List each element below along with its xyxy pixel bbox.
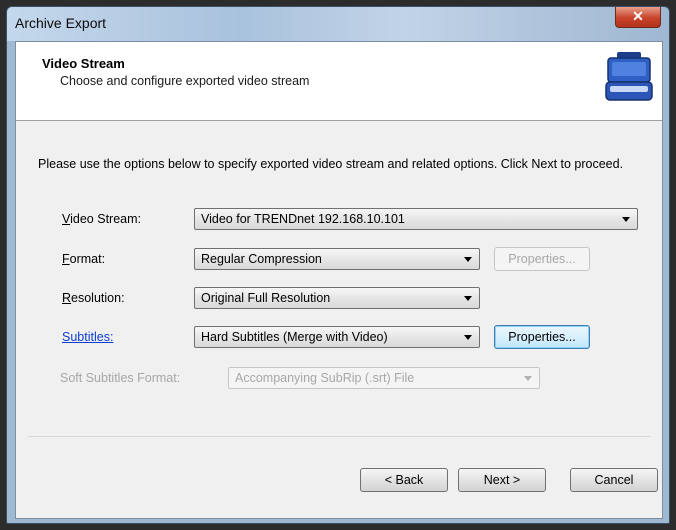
- close-icon: ✕: [632, 8, 644, 24]
- footer-divider: [28, 436, 650, 437]
- archive-case-icon: [605, 52, 653, 101]
- format-label: Format:: [62, 252, 106, 266]
- cancel-button[interactable]: Cancel: [570, 468, 658, 492]
- dialog-body: Video Stream Choose and configure export…: [15, 41, 663, 519]
- soft-subtitles-format-select[interactable]: Accompanying SubRip (.srt) File: [228, 367, 540, 389]
- instructions-text: Please use the options below to specify …: [38, 157, 624, 171]
- subtitles-link[interactable]: Subtitles:: [62, 330, 113, 344]
- video-stream-value: Video for TRENDnet 192.168.10.101: [201, 212, 405, 226]
- video-stream-label: Video Stream:: [62, 212, 141, 226]
- close-button[interactable]: ✕: [615, 7, 661, 28]
- archive-export-window: Archive Export ✕ Video Stream Choose and…: [6, 6, 670, 524]
- wizard-header: Video Stream Choose and configure export…: [16, 42, 662, 121]
- format-select[interactable]: Regular Compression: [194, 248, 480, 270]
- window-title: Archive Export: [15, 15, 107, 31]
- subtitles-value: Hard Subtitles (Merge with Video): [201, 330, 388, 344]
- resolution-select[interactable]: Original Full Resolution: [194, 287, 480, 309]
- chevron-down-icon: [464, 335, 472, 340]
- next-button[interactable]: Next >: [458, 468, 546, 492]
- soft-subtitles-format-value: Accompanying SubRip (.srt) File: [235, 371, 415, 385]
- resolution-label: Resolution:: [62, 291, 125, 305]
- page-subtitle: Choose and configure exported video stre…: [60, 74, 310, 88]
- soft-subtitles-format-label: Soft Subtitles Format:: [60, 371, 181, 385]
- video-stream-select[interactable]: Video for TRENDnet 192.168.10.101: [194, 208, 638, 230]
- format-value: Regular Compression: [201, 252, 322, 266]
- page-title: Video Stream: [42, 56, 125, 71]
- resolution-value: Original Full Resolution: [201, 291, 331, 305]
- chevron-down-icon: [464, 257, 472, 262]
- chevron-down-icon: [464, 296, 472, 301]
- chevron-down-icon: [524, 376, 532, 381]
- title-bar[interactable]: Archive Export ✕: [7, 7, 669, 41]
- subtitles-properties-button[interactable]: Properties...: [494, 325, 590, 349]
- format-properties-button[interactable]: Properties...: [494, 247, 590, 271]
- back-button[interactable]: < Back: [360, 468, 448, 492]
- chevron-down-icon: [622, 217, 630, 222]
- subtitles-select[interactable]: Hard Subtitles (Merge with Video): [194, 326, 480, 348]
